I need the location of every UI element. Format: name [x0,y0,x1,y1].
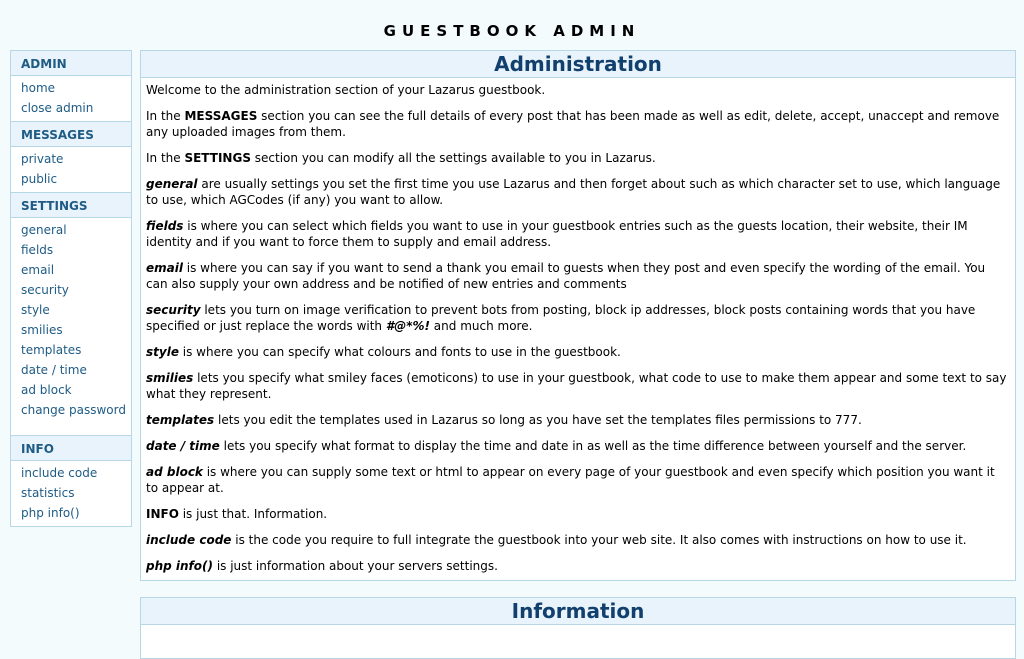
sidebar-nav: ADMIN home close admin MESSAGES private … [10,50,132,527]
paragraph-tail: and much more. [429,319,533,333]
sidebar-heading-info: INFO [11,435,131,461]
sidebar-item-public[interactable]: public [11,169,131,189]
paragraph-text: is the code you require to full integrat… [231,533,967,547]
paragraph-text: is where you can select which fields you… [146,219,968,249]
paragraph-text: lets you specify what format to display … [219,439,967,453]
info-paragraph: INFO is just that. Information. [146,506,1010,522]
paragraph-text: is just that. Information. [178,507,328,521]
paragraph-text: section you can modify all the settings … [250,151,656,165]
paragraph-keyword: templates [146,413,215,427]
sidebar-heading-settings: SETTINGS [11,192,131,218]
paragraph-keyword: general [146,177,198,191]
sidebar-item-include-code[interactable]: include code [11,463,131,483]
paragraph-keyword: email [146,261,183,275]
paragraph-keyword: MESSAGES [184,109,258,123]
sidebar-item-close-admin[interactable]: close admin [11,98,131,118]
templates-paragraph: templates lets you edit the templates us… [146,412,1010,428]
paragraph-keyword: INFO [146,507,179,521]
paragraph-keyword: php info() [146,559,213,573]
paragraph-keyword: security [146,303,201,317]
security-paragraph: security lets you turn on image verifica… [146,302,1010,334]
ad-block-paragraph: ad block is where you can supply some te… [146,464,1010,496]
paragraph-keyword: SETTINGS [184,151,251,165]
sidebar-group-settings: general fields email security style smil… [11,218,131,435]
general-paragraph: general are usually settings you set the… [146,176,1010,208]
administration-panel-title: Administration [141,51,1015,78]
sidebar-group-admin: home close admin [11,76,131,121]
paragraph-keyword: include code [146,533,232,547]
paragraph-keyword: style [146,345,179,359]
intro-paragraph: Welcome to the administration section of… [146,82,1010,98]
smilies-paragraph: smilies lets you specify what smiley fac… [146,370,1010,402]
sidebar-heading-messages: MESSAGES [11,121,131,147]
paragraph-text: is where you can supply some text or htm… [146,465,995,495]
paragraph-keyword: date / time [146,439,220,453]
paragraph-text: lets you edit the templates used in Laza… [214,413,862,427]
sidebar-item-change-password[interactable]: change password [11,400,131,420]
sidebar-item-statistics[interactable]: statistics [11,483,131,503]
sidebar-group-info: include code statistics php info() [11,461,131,526]
paragraph-text: section you can see the full details of … [146,109,1000,139]
sidebar-item-smilies[interactable]: smilies [11,320,131,340]
paragraph-keyword: ad block [146,465,203,479]
sidebar-item-general[interactable]: general [11,220,131,240]
paragraph-keyword: fields [146,219,184,233]
fields-paragraph: fields is where you can select which fie… [146,218,1010,250]
sidebar-heading-admin: ADMIN [11,51,131,76]
paragraph-text: Welcome to the administration section of… [146,83,546,97]
paragraph-emphasis: #@*%! [385,319,430,333]
sidebar-item-security[interactable]: security [11,280,131,300]
paragraph-prefix: In the [146,151,185,165]
administration-panel-body: Welcome to the administration section of… [141,78,1015,580]
include-code-paragraph: include code is the code you require to … [146,532,1010,548]
site-title: GUESTBOOK ADMIN [383,22,641,40]
paragraph-text: is where you can specify what colours an… [178,345,621,359]
information-panel-title: Information [141,598,1015,625]
sidebar-item-date-time[interactable]: date / time [11,360,131,380]
style-paragraph: style is where you can specify what colo… [146,344,1010,360]
sidebar-item-templates[interactable]: templates [11,340,131,360]
sidebar-item-ad-block[interactable]: ad block [11,380,131,400]
date-time-paragraph: date / time lets you specify what format… [146,438,1010,454]
paragraph-text: lets you specify what smiley faces (emot… [146,371,1007,401]
paragraph-text: is just information about your servers s… [213,559,498,573]
settings-paragraph: In the SETTINGS section you can modify a… [146,150,1010,166]
sidebar-item-php-info[interactable]: php info() [11,503,131,523]
paragraph-text: is where you can say if you want to send… [146,261,986,291]
paragraph-text: lets you turn on image verification to p… [146,303,976,333]
sidebar-item-style[interactable]: style [11,300,131,320]
sidebar-group-messages: private public [11,147,131,192]
administration-panel: Administration Welcome to the administra… [140,50,1016,581]
paragraph-prefix: In the [146,109,185,123]
information-panel: Information [140,597,1016,659]
sidebar-item-fields[interactable]: fields [11,240,131,260]
sidebar-item-private[interactable]: private [11,149,131,169]
messages-paragraph: In the MESSAGES section you can see the … [146,108,1010,140]
php-info-paragraph: php info() is just information about you… [146,558,1010,574]
sidebar-item-home[interactable]: home [11,78,131,98]
sidebar-item-email[interactable]: email [11,260,131,280]
paragraph-keyword: smilies [146,371,194,385]
information-panel-body [141,625,1015,633]
email-paragraph: email is where you can say if you want t… [146,260,1010,292]
paragraph-text: are usually settings you set the first t… [146,177,1001,207]
